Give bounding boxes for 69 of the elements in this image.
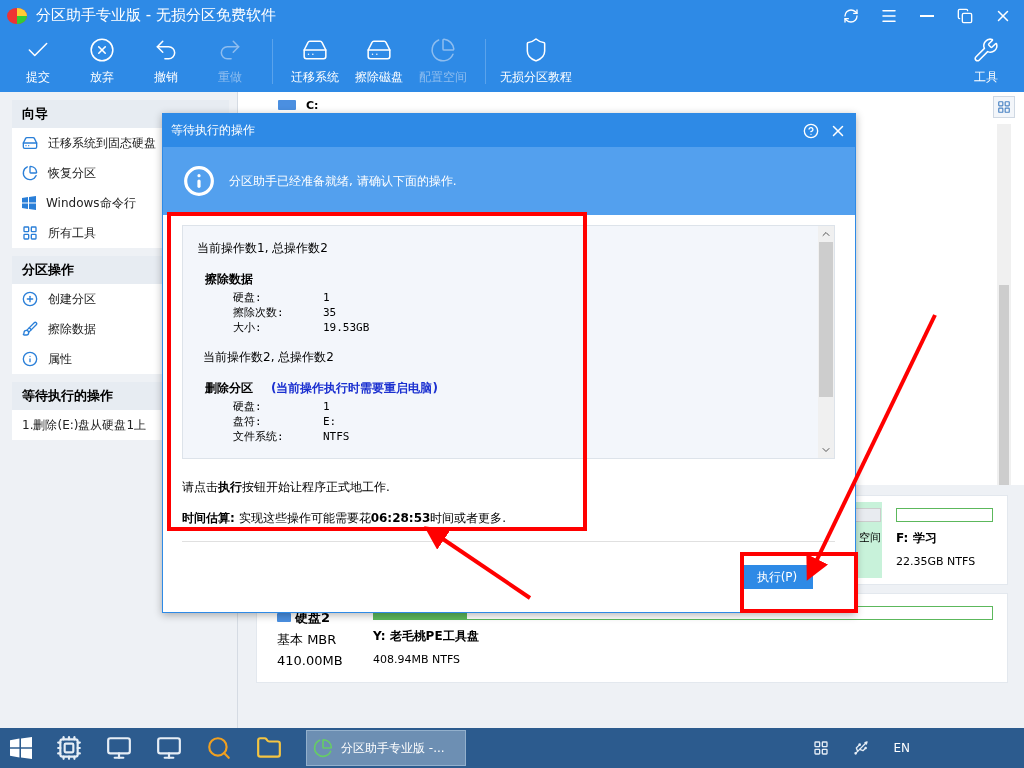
field-value: 19.53GB [323,321,370,334]
grid-icon [22,225,38,241]
partition-label: Y: 老毛桃PE工具盘 [373,628,480,645]
toolbar-button[interactable]: 无损分区教程 [496,31,576,92]
disk-type: 基本 MBR [277,630,338,649]
partition-label: F: 学习 [896,530,938,547]
wrench-icon [973,37,999,63]
sidebar-item[interactable]: Windows命令行 [12,188,229,218]
windows-start-icon[interactable] [10,737,32,759]
toolbar-button[interactable]: 提交 [6,31,70,92]
minimize-icon [920,14,934,17]
operation-header: 当前操作数1, 总操作数2 [197,240,329,257]
cancel-icon [89,37,115,63]
pie-chart-icon [22,165,38,181]
pie-chart-icon [430,37,456,63]
field-label: 大小: [233,320,263,335]
instruction-text: 请点击执行按钮开始让程序正式地工作. [182,479,390,496]
field-label: 硬盘: [233,290,263,305]
drive-icon [277,613,291,622]
operation-note: (当前操作执行时需要重启电脑) [271,380,438,397]
info-icon [183,165,215,197]
sidebar-item[interactable]: 擦除数据 [12,314,229,344]
partition-row[interactable]: C: [306,100,319,111]
field-label: 硬盘: [233,399,263,414]
drive-icon [278,100,296,110]
search-icon[interactable] [206,735,232,761]
plus-circle-icon [22,291,38,307]
broom-icon [22,321,38,337]
toolbar-button[interactable]: 擦除磁盘 [347,31,411,92]
scrollbar[interactable] [818,226,834,458]
field-label: 盘符: [233,414,263,429]
field-label: 擦除次数: [233,305,285,320]
refresh-icon [843,7,859,24]
toolbar-button[interactable]: 撤销 [134,31,198,92]
computer-icon[interactable] [106,735,132,761]
grid-icon [997,100,1011,114]
sidebar-item[interactable]: 恢复分区 [12,158,229,188]
language-indicator[interactable]: EN [893,741,910,755]
banner-text: 分区助手已经准备就绪, 请确认下面的操作. [229,172,457,190]
partition-detail: 408.94MB NTFS [373,653,462,666]
pie-chart-icon [313,738,333,758]
folder-icon[interactable] [256,735,282,761]
view-toggle-button[interactable] [993,96,1015,118]
field-value: E: [323,415,337,428]
info-icon [22,351,38,367]
windows-icon [22,196,36,210]
toolbar-button[interactable]: 放弃 [70,31,134,92]
execute-button[interactable]: 执行(P) [741,565,813,589]
chip-icon[interactable] [56,735,82,761]
scrollbar[interactable] [997,124,1011,485]
toolbar-button[interactable]: 迁移系统 [283,31,347,92]
operation-header: 当前操作数2, 总操作数2 [202,349,335,366]
field-value: 35 [323,306,337,319]
app-logo-icon [6,6,28,25]
field-label: 文件系统: [233,429,285,444]
field-value: 1 [323,400,330,413]
partition-detail: 空间 [859,530,881,545]
time-estimate-text: 时间估算: 实现这些操作可能需要花06:28:53时间或者更多. [182,510,507,527]
restore-icon [957,7,973,24]
monitor-icon[interactable] [156,735,182,761]
window-title: 分区助手专业版 - 无损分区免费软件 [36,6,277,25]
disk-size: 410.00MB [277,652,344,668]
field-value: 1 [323,291,330,304]
drive-icon [22,135,38,151]
help-icon[interactable] [803,122,819,139]
field-value: NTFS [323,430,350,443]
tools-button[interactable]: 工具 [954,31,1018,92]
usb-icon[interactable] [853,740,870,756]
partition-detail: 22.35GB NTFS [896,555,977,568]
